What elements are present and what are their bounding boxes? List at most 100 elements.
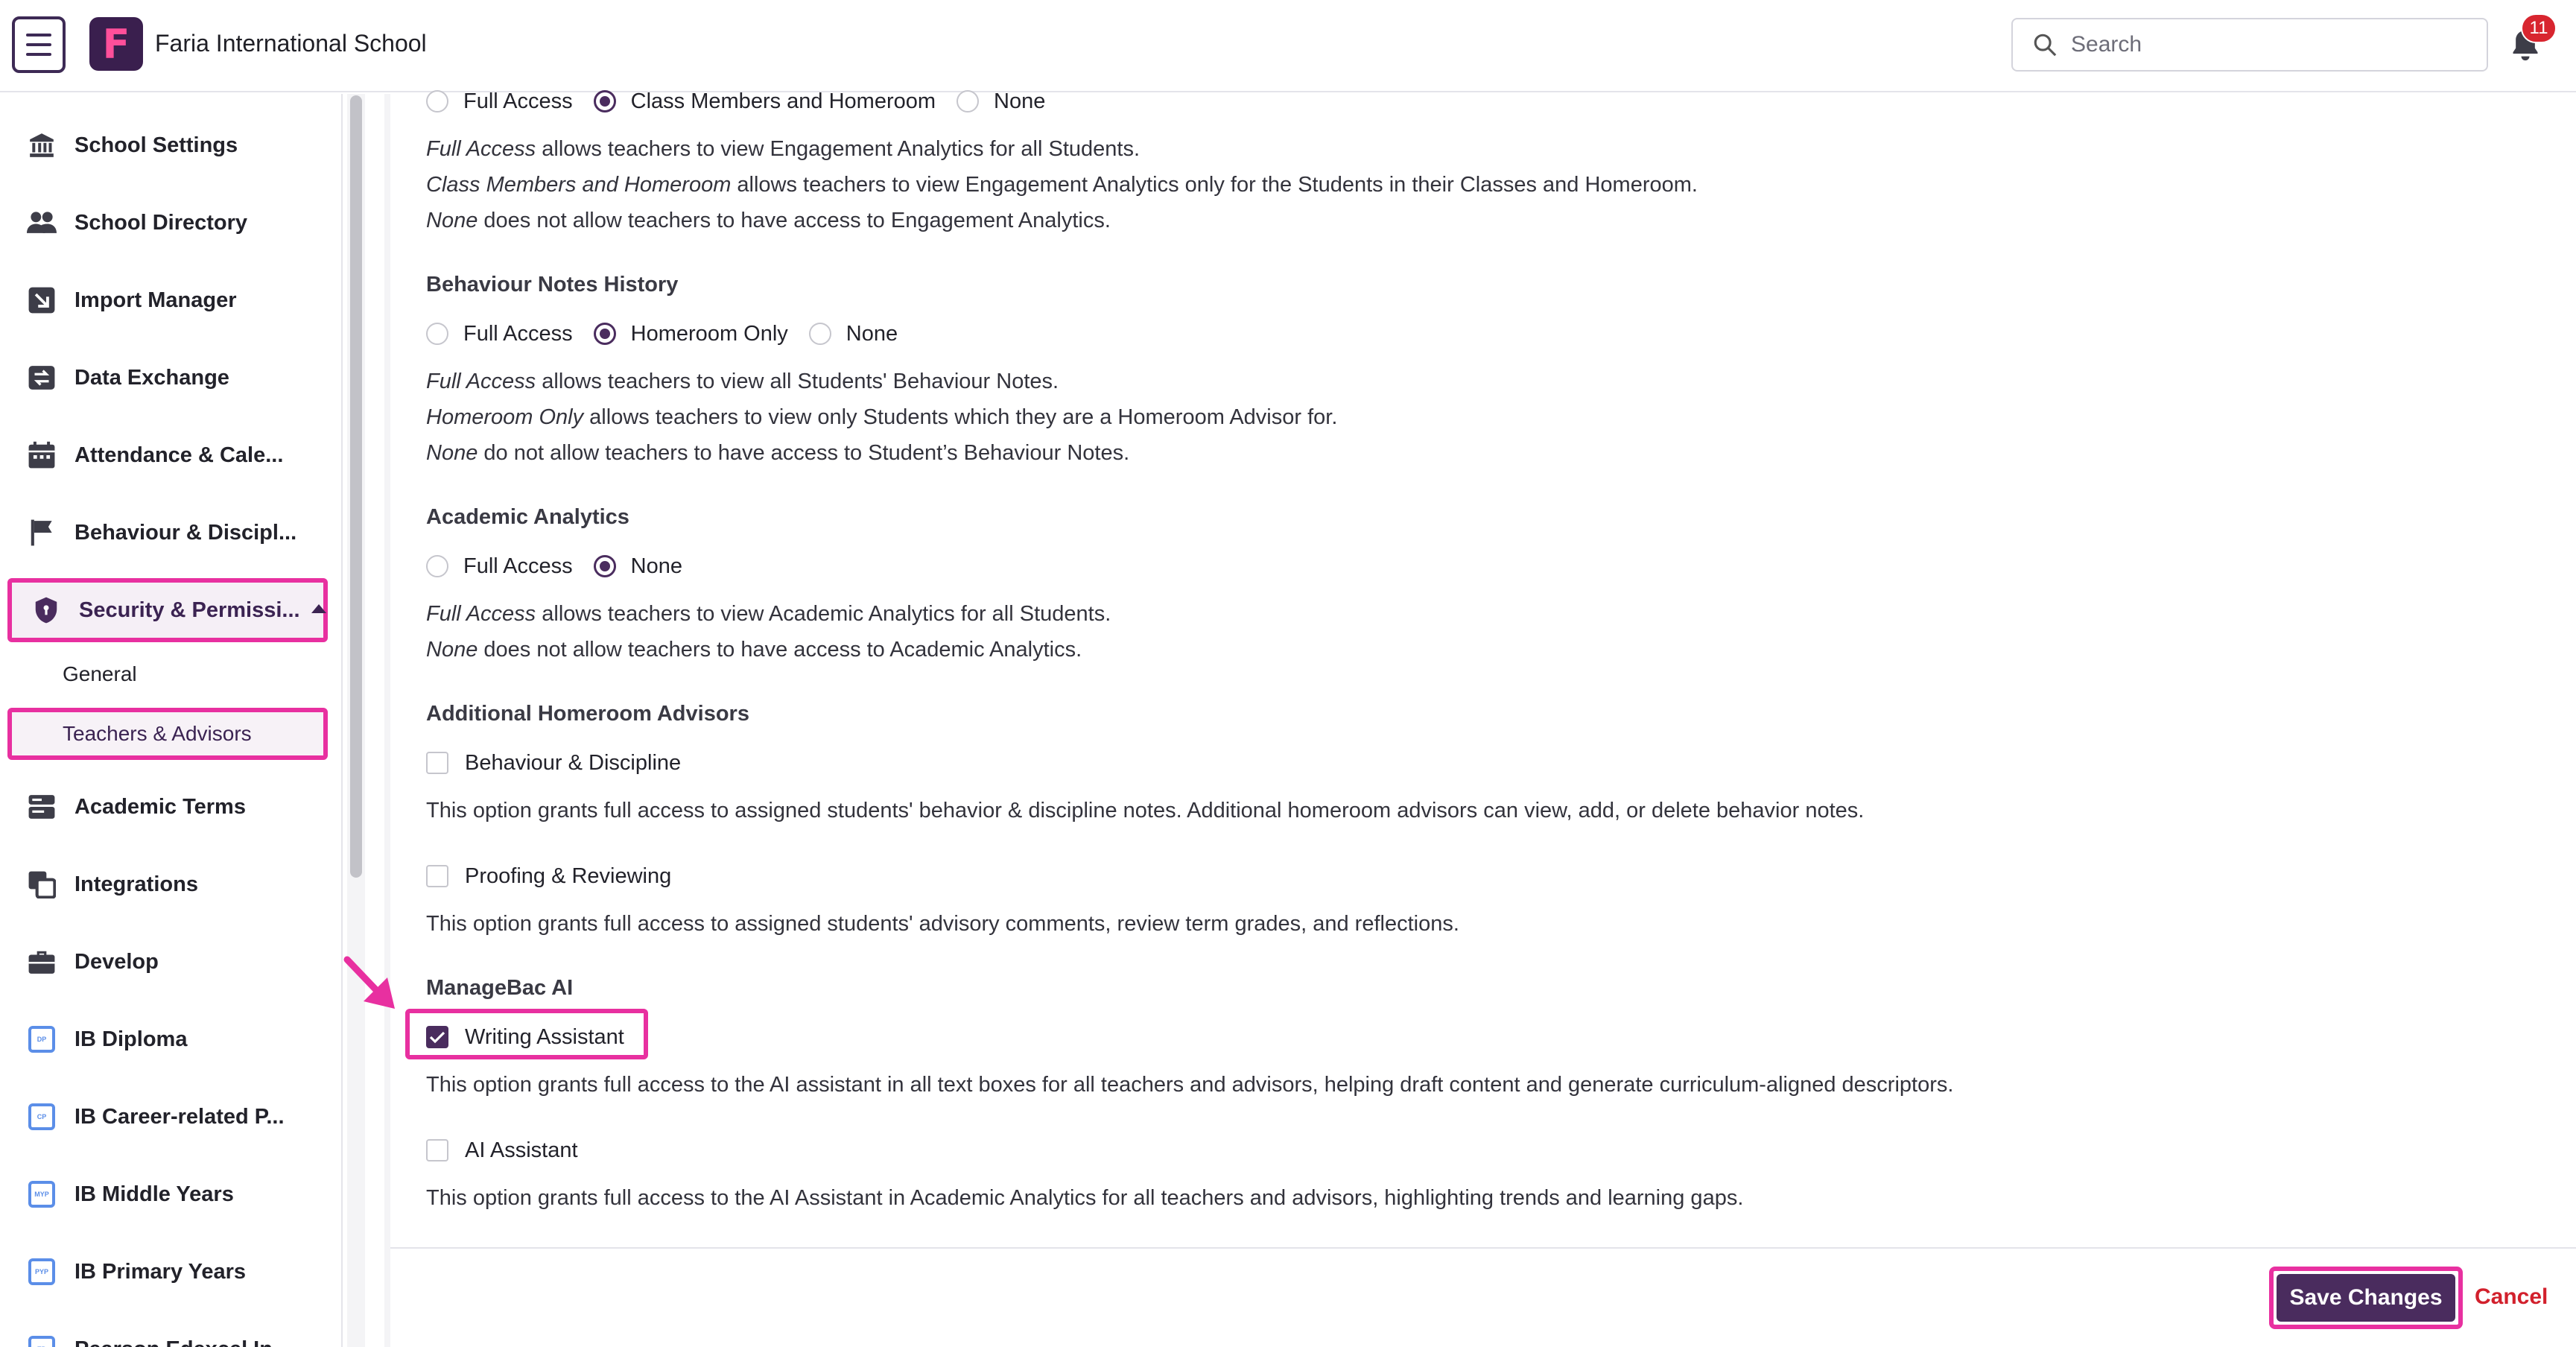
- option-label: None: [994, 89, 1046, 113]
- description-line: Full Access allows teachers to view all …: [426, 364, 1337, 399]
- main-edge: [384, 94, 390, 1347]
- proofing-reviewing-checkbox-row[interactable]: Proofing & Reviewing: [426, 861, 671, 891]
- pointer-arrow-icon: [343, 956, 395, 1009]
- description-term: None: [426, 441, 478, 465]
- sidebar-item-import-manager[interactable]: Import Manager: [0, 268, 343, 332]
- sidebar-item-behaviour[interactable]: Behaviour & Discipl...: [0, 501, 343, 565]
- import-icon: [27, 285, 57, 315]
- sidebar: School Settings School Directory Import …: [0, 94, 343, 1347]
- school-logo[interactable]: F: [89, 17, 143, 71]
- sidebar-item-label: IB Primary Years: [74, 1259, 247, 1284]
- radio-button-checked[interactable]: [593, 90, 616, 112]
- calendar-icon: [27, 440, 57, 470]
- description-text: allows teachers to view Engagement Analy…: [536, 137, 1140, 161]
- academic-analytics-radio-group: Full Access None: [426, 551, 703, 581]
- notification-badge: 11: [2521, 13, 2557, 43]
- academic-option-full-access[interactable]: Full Access: [426, 554, 573, 579]
- behaviour-discipline-checkbox-row[interactable]: Behaviour & Discipline: [426, 748, 681, 778]
- sidebar-item-security[interactable]: Security & Permissi...: [7, 578, 328, 642]
- ib-badge: DP: [28, 1026, 55, 1053]
- sidebar-item-label: Import Manager: [74, 288, 237, 312]
- description-line: Full Access allows teachers to view Acad…: [426, 596, 1111, 632]
- writing-assistant-checkbox-row[interactable]: Writing Assistant: [426, 1022, 624, 1052]
- ib-badge: CP: [28, 1103, 55, 1130]
- sidebar-item-ib-diploma[interactable]: DP IB Diploma: [0, 1007, 343, 1071]
- radio-button-checked[interactable]: [593, 323, 616, 345]
- ib-badge: MYP: [28, 1181, 55, 1208]
- checkbox-checked[interactable]: [426, 1026, 448, 1048]
- engagement-option-none[interactable]: None: [957, 89, 1045, 114]
- checkbox[interactable]: [426, 865, 448, 887]
- sidebar-item-school-settings[interactable]: School Settings: [0, 113, 343, 177]
- sidebar-item-pearson[interactable]: ED Pearson Edexcel In...: [0, 1317, 343, 1347]
- description-line: None do not allow teachers to have acces…: [426, 435, 1337, 471]
- description-term: Full Access: [426, 137, 536, 161]
- description-term: Full Access: [426, 370, 536, 393]
- radio-button[interactable]: [957, 90, 980, 112]
- option-label: Homeroom Only: [630, 321, 788, 346]
- sidebar-subitem-general[interactable]: General: [63, 648, 137, 700]
- checkmark-icon: [429, 1031, 445, 1044]
- description-line: Full Access allows teachers to view Enga…: [426, 131, 1698, 167]
- writing-assistant-description: This option grants full access to the AI…: [426, 1073, 1954, 1097]
- sidebar-item-label: School Settings: [74, 133, 238, 157]
- sidebar-item-label: Attendance & Cale...: [74, 443, 284, 467]
- option-label: Full Access: [463, 554, 573, 578]
- bank-icon: [27, 130, 57, 160]
- sidebar-item-label: IB Diploma: [74, 1027, 188, 1051]
- save-changes-button[interactable]: Save Changes: [2277, 1274, 2455, 1322]
- description-term: Class Members and Homeroom: [426, 173, 732, 197]
- academic-option-none[interactable]: None: [593, 554, 682, 579]
- sidebar-item-develop[interactable]: Develop: [0, 930, 343, 994]
- menu-line: [26, 34, 51, 37]
- behaviour-notes-radio-group: Full Access Homeroom Only None: [426, 319, 919, 349]
- radio-button[interactable]: [426, 555, 448, 577]
- checkbox-label: Writing Assistant: [465, 1024, 624, 1049]
- sidebar-item-label: Security & Permissi...: [79, 598, 300, 622]
- engagement-option-full-access[interactable]: Full Access: [426, 89, 573, 114]
- checkbox-label: Proofing & Reviewing: [465, 863, 672, 888]
- ai-assistant-checkbox-row[interactable]: AI Assistant: [426, 1135, 578, 1165]
- sidebar-subitem-teachers-advisors[interactable]: Teachers & Advisors: [7, 708, 328, 760]
- ai-assistant-description: This option grants full access to the AI…: [426, 1186, 1744, 1210]
- sidebar-item-integrations[interactable]: Integrations: [0, 852, 343, 916]
- behaviour-option-none[interactable]: None: [808, 322, 898, 346]
- sidebar-scrollbar-thumb[interactable]: [350, 95, 362, 878]
- sidebar-item-school-directory[interactable]: School Directory: [0, 191, 343, 255]
- behaviour-option-full-access[interactable]: Full Access: [426, 322, 573, 346]
- sidebar-item-label: Academic Terms: [74, 794, 246, 819]
- sidebar-item-label: IB Career-related P...: [74, 1104, 285, 1129]
- search-input[interactable]: [2071, 32, 2473, 57]
- radio-button[interactable]: [426, 90, 448, 112]
- option-label: Full Access: [463, 321, 573, 346]
- sidebar-item-ib-primary-years[interactable]: PYP IB Primary Years: [0, 1240, 343, 1304]
- checkbox[interactable]: [426, 1139, 448, 1161]
- behaviour-notes-title: Behaviour Notes History: [426, 273, 679, 297]
- description-text: allows teachers to view Engagement Analy…: [731, 173, 1698, 197]
- search-box[interactable]: [2011, 18, 2488, 72]
- academic-analytics-title: Academic Analytics: [426, 505, 629, 529]
- sidebar-item-ib-career[interactable]: CP IB Career-related P...: [0, 1085, 343, 1149]
- checkbox-label: AI Assistant: [465, 1138, 578, 1162]
- action-footer: [390, 1247, 2576, 1347]
- checkbox[interactable]: [426, 752, 448, 774]
- cancel-link[interactable]: Cancel: [2475, 1284, 2548, 1310]
- ib-cp-icon: CP: [27, 1102, 57, 1132]
- ib-dp-icon: DP: [27, 1024, 57, 1054]
- behaviour-notes-description: Full Access allows teachers to view all …: [426, 364, 1337, 471]
- academic-analytics-description: Full Access allows teachers to view Acad…: [426, 596, 1111, 668]
- sidebar-item-data-exchange[interactable]: Data Exchange: [0, 346, 343, 410]
- radio-button-checked[interactable]: [593, 555, 616, 577]
- behaviour-option-homeroom-only[interactable]: Homeroom Only: [593, 321, 788, 346]
- radio-button[interactable]: [426, 323, 448, 345]
- ib-badge: PYP: [28, 1258, 55, 1285]
- sidebar-item-academic-terms[interactable]: Academic Terms: [0, 775, 343, 839]
- sidebar-item-label: Develop: [74, 949, 159, 974]
- radio-button[interactable]: [808, 323, 831, 345]
- sidebar-item-ib-middle-years[interactable]: MYP IB Middle Years: [0, 1162, 343, 1226]
- sidebar-item-attendance[interactable]: Attendance & Cale...: [0, 423, 343, 487]
- engagement-option-class-members[interactable]: Class Members and Homeroom: [593, 89, 936, 114]
- engagement-description: Full Access allows teachers to view Enga…: [426, 131, 1698, 238]
- hamburger-menu-button[interactable]: [12, 16, 66, 73]
- flag-icon: [27, 518, 57, 548]
